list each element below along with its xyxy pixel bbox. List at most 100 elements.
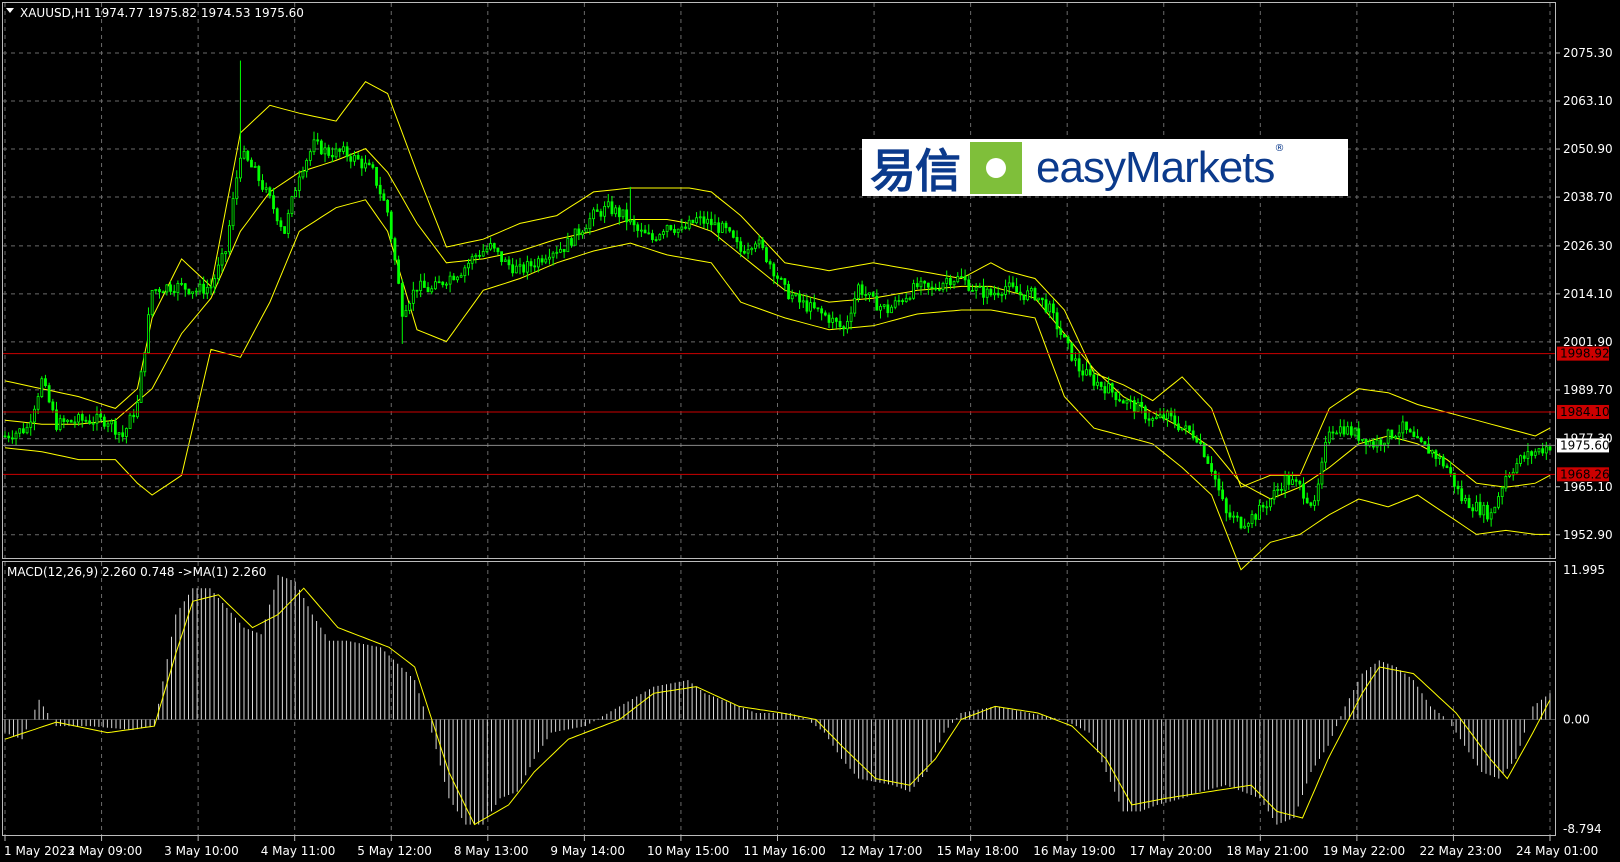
candle-body: [643, 229, 647, 234]
candle-body: [621, 209, 625, 218]
candle-body: [375, 166, 378, 186]
candle-body: [139, 371, 143, 403]
candle-body: [533, 265, 537, 268]
candle-body: [400, 282, 404, 317]
candle-body: [982, 286, 985, 298]
level-label: 1998.92: [1560, 347, 1610, 361]
candle-body: [1232, 515, 1236, 518]
candle-body: [44, 378, 47, 386]
candle-body: [680, 226, 684, 230]
candle-body: [257, 166, 261, 181]
candle-body: [676, 228, 680, 233]
time-tick-label: 15 May 18:00: [937, 844, 1019, 858]
candle-body: [610, 201, 614, 215]
candle-body: [419, 280, 423, 291]
candle-body: [1353, 428, 1357, 436]
candle-body: [1500, 487, 1504, 498]
candle-body: [1515, 463, 1519, 473]
candle-body: [404, 309, 408, 317]
chart-canvas: 2075.30 2063.10 2050.90 2038.70 2026.30 2014.…: [0, 0, 1620, 862]
candle-body: [1408, 429, 1412, 433]
candle-body: [971, 289, 974, 292]
candle-body: [367, 162, 371, 166]
candle-body: [66, 419, 69, 422]
candle-body: [934, 287, 938, 290]
current-price-label: 1975.60: [1560, 438, 1610, 452]
candle-body: [1386, 429, 1390, 444]
candle-body: [40, 378, 44, 397]
candle-body: [518, 264, 522, 267]
candle-body: [1357, 428, 1361, 441]
candle-body: [216, 264, 220, 280]
candle-body: [525, 261, 529, 273]
candle-body: [246, 150, 250, 161]
candle-body: [871, 292, 875, 297]
candle-body: [124, 428, 128, 437]
candle-body: [492, 243, 496, 249]
candle-body: [349, 156, 353, 162]
candle-body: [470, 256, 474, 264]
candle-body: [709, 218, 713, 226]
candle-body: [1416, 436, 1419, 439]
candle-body: [985, 288, 989, 298]
candle-body: [1224, 498, 1228, 514]
candle-body: [1316, 483, 1320, 502]
candle-body: [474, 254, 478, 258]
candle-body: [1022, 294, 1026, 301]
candle-body: [213, 278, 217, 288]
candle-body: [180, 282, 183, 285]
candle-body: [963, 276, 967, 281]
candle-body: [967, 279, 971, 291]
logo-square-icon: [970, 141, 1022, 194]
candle-body: [253, 166, 257, 168]
candle-body: [154, 289, 158, 291]
candle-body: [1269, 498, 1272, 508]
candle-body: [1309, 502, 1313, 506]
candle-body: [1063, 334, 1066, 338]
candle-body: [283, 226, 286, 234]
candle-body: [301, 170, 305, 178]
candle-body: [286, 213, 290, 234]
candle-body: [765, 247, 768, 263]
candle-body: [1430, 450, 1434, 454]
price-tick-label: 1952.90: [1563, 528, 1613, 542]
candle-body: [731, 230, 735, 238]
candle-body: [908, 297, 912, 300]
time-tick-label: 5 May 12:00: [357, 844, 432, 858]
candle-body: [1004, 286, 1007, 295]
candle-body: [342, 146, 345, 152]
candle-body: [1206, 456, 1210, 464]
candle-body: [1213, 471, 1217, 480]
candle-body: [1331, 431, 1335, 434]
candle-body: [926, 282, 930, 288]
candle-body: [1007, 282, 1011, 288]
candle-body: [1537, 448, 1541, 453]
time-tick-label: 3 May 10:00: [164, 844, 239, 858]
candle-body: [937, 288, 941, 291]
candle-body: [353, 155, 356, 162]
candle-body: [485, 248, 489, 252]
candle-body: [750, 247, 754, 251]
candle-body: [1456, 485, 1460, 490]
candle-body: [95, 413, 99, 424]
candle-body: [1184, 425, 1188, 429]
candle-body: [625, 209, 629, 223]
candle-body: [1548, 446, 1552, 451]
candle-body: [1390, 429, 1394, 439]
candle-body: [886, 304, 890, 314]
candle-body: [1441, 456, 1445, 467]
candle-body: [1011, 282, 1015, 287]
candle-body: [1320, 461, 1324, 485]
candle-body: [364, 162, 367, 169]
candle-body: [1541, 448, 1545, 454]
candle-body: [551, 252, 555, 258]
candle-body: [595, 209, 599, 212]
candle-body: [143, 352, 147, 373]
candle-body: [1342, 426, 1346, 435]
price-tick-label: 2014.10: [1563, 287, 1613, 301]
candle-body: [952, 281, 956, 286]
candle-body: [1158, 414, 1162, 418]
candle-body: [514, 265, 518, 274]
candle-body: [1489, 512, 1493, 520]
candle-body: [581, 231, 584, 236]
